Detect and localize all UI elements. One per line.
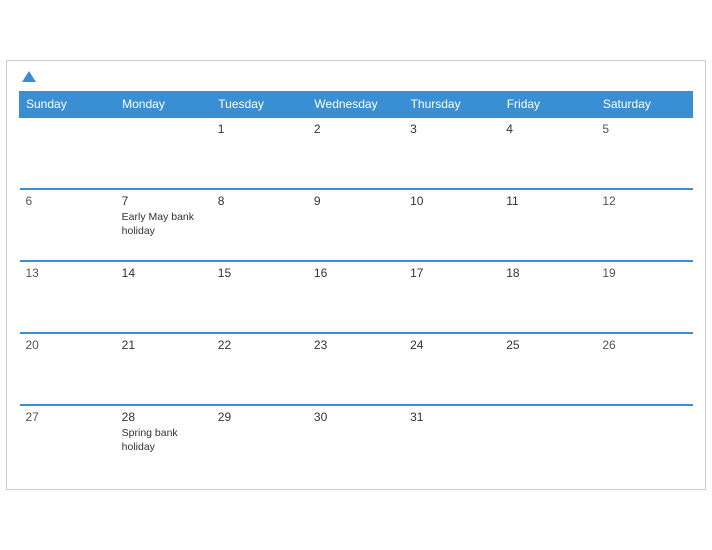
calendar-cell: 7 Early May bank holiday	[116, 189, 212, 261]
weekday-header-friday: Friday	[500, 92, 596, 118]
day-number: 25	[506, 338, 590, 352]
calendar-cell: 13	[20, 261, 116, 333]
calendar-cell: 14	[116, 261, 212, 333]
calendar-week-row: 12345	[20, 117, 693, 189]
logo-blue-text	[19, 71, 36, 83]
calendar-cell: 31	[404, 405, 500, 477]
calendar-cell: 28 Spring bank holiday	[116, 405, 212, 477]
day-number: 19	[602, 266, 686, 280]
calendar-week-row: 20 21 22 23 24 25 26	[20, 333, 693, 405]
calendar-cell: 19	[596, 261, 692, 333]
calendar-cell: 24	[404, 333, 500, 405]
calendar-cell: 25	[500, 333, 596, 405]
day-number: 26	[602, 338, 686, 352]
day-number: 3	[410, 122, 494, 136]
calendar-cell: 15	[212, 261, 308, 333]
calendar-cell	[500, 405, 596, 477]
weekday-header-row: SundayMondayTuesdayWednesdayThursdayFrid…	[20, 92, 693, 118]
day-number: 9	[314, 194, 398, 208]
day-number: 20	[26, 338, 110, 352]
day-number: 27	[26, 410, 110, 424]
day-number: 10	[410, 194, 494, 208]
calendar-cell: 10	[404, 189, 500, 261]
calendar-table: SundayMondayTuesdayWednesdayThursdayFrid…	[19, 91, 693, 477]
calendar-cell: 20	[20, 333, 116, 405]
calendar-cell: 9	[308, 189, 404, 261]
weekday-header-sunday: Sunday	[20, 92, 116, 118]
calendar-cell: 12	[596, 189, 692, 261]
calendar: SundayMondayTuesdayWednesdayThursdayFrid…	[6, 60, 706, 490]
day-number: 24	[410, 338, 494, 352]
calendar-cell: 30	[308, 405, 404, 477]
calendar-week-row: 13 14 15 16 17 18 19	[20, 261, 693, 333]
day-number: 21	[122, 338, 206, 352]
calendar-cell: 8	[212, 189, 308, 261]
day-number: 31	[410, 410, 494, 424]
calendar-week-row: 67 Early May bank holiday 89 10 11 12	[20, 189, 693, 261]
weekday-header-wednesday: Wednesday	[308, 92, 404, 118]
weekday-header-saturday: Saturday	[596, 92, 692, 118]
weekday-header-thursday: Thursday	[404, 92, 500, 118]
day-number: 13	[26, 266, 110, 280]
calendar-cell: 18	[500, 261, 596, 333]
day-number: 7	[122, 194, 206, 208]
calendar-cell: 21	[116, 333, 212, 405]
calendar-cell: 11	[500, 189, 596, 261]
event-label: Spring bank holiday	[122, 427, 206, 454]
day-number: 4	[506, 122, 590, 136]
calendar-cell	[20, 117, 116, 189]
day-number: 2	[314, 122, 398, 136]
day-number: 18	[506, 266, 590, 280]
day-number: 1	[218, 122, 302, 136]
day-number: 12	[602, 194, 686, 208]
day-number: 29	[218, 410, 302, 424]
calendar-cell	[596, 405, 692, 477]
day-number: 16	[314, 266, 398, 280]
day-number: 15	[218, 266, 302, 280]
day-number: 6	[26, 194, 110, 208]
weekday-header-monday: Monday	[116, 92, 212, 118]
calendar-cell: 27	[20, 405, 116, 477]
day-number: 30	[314, 410, 398, 424]
day-number: 28	[122, 410, 206, 424]
calendar-cell: 3	[404, 117, 500, 189]
logo	[19, 71, 36, 83]
calendar-week-row: 27 28 Spring bank holiday 29 30 31	[20, 405, 693, 477]
calendar-cell: 2	[308, 117, 404, 189]
day-number: 5	[602, 122, 686, 136]
calendar-cell: 17	[404, 261, 500, 333]
calendar-cell: 23	[308, 333, 404, 405]
calendar-cell: 26	[596, 333, 692, 405]
day-number: 8	[218, 194, 302, 208]
calendar-tbody: 1234567Early May bank holiday89101112131…	[20, 117, 693, 477]
calendar-cell: 4	[500, 117, 596, 189]
calendar-cell: 22	[212, 333, 308, 405]
logo-triangle-icon	[22, 71, 36, 82]
calendar-cell: 1	[212, 117, 308, 189]
day-number: 11	[506, 194, 590, 208]
calendar-cell: 5	[596, 117, 692, 189]
calendar-cell: 29	[212, 405, 308, 477]
event-label: Early May bank holiday	[122, 211, 206, 238]
calendar-thead: SundayMondayTuesdayWednesdayThursdayFrid…	[20, 92, 693, 118]
day-number: 17	[410, 266, 494, 280]
day-number: 23	[314, 338, 398, 352]
calendar-cell: 6	[20, 189, 116, 261]
calendar-header	[19, 71, 693, 83]
weekday-header-tuesday: Tuesday	[212, 92, 308, 118]
day-number: 14	[122, 266, 206, 280]
day-number: 22	[218, 338, 302, 352]
calendar-cell	[116, 117, 212, 189]
calendar-cell: 16	[308, 261, 404, 333]
